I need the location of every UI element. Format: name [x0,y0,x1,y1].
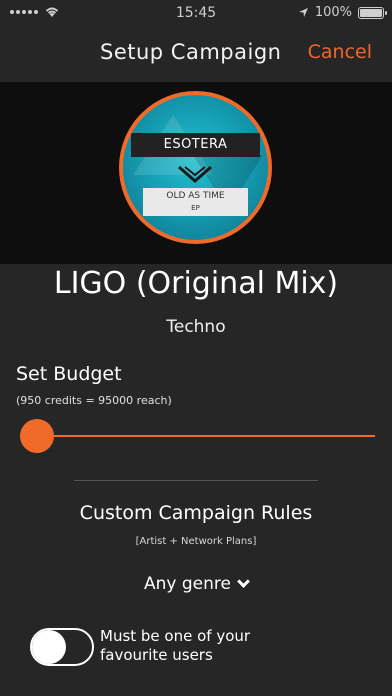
battery-percent: 100% [314,5,352,20]
budget-label: Set Budget [16,363,122,385]
toggle-knob [32,630,66,664]
status-right: 100% [298,5,387,20]
favourite-users-toggle[interactable] [30,628,94,666]
favourite-users-label: Must be one of your favourite users [100,627,300,665]
budget-subtitle: (950 credits = 95000 reach) [16,394,172,407]
battery-icon [358,6,387,19]
artwork-artist-text: ESOTERA [131,133,260,157]
track-genre: Techno [166,317,226,337]
album-artwork: ESOTERA OLD AS TIME EP [119,91,272,244]
genre-dropdown[interactable]: Any genre [0,574,392,594]
slider-track [20,435,375,437]
section-divider [74,480,318,481]
artwork-album-text: OLD AS TIME EP [143,188,248,216]
favourite-label-line1: Must be one of your [100,627,251,645]
album-suffix: EP [191,204,200,212]
location-arrow-icon [298,8,308,17]
page-title: Setup Campaign [100,40,282,64]
status-bar: 15:45 100% [0,0,392,26]
track-title: LIGO (Original Mix) [53,266,339,301]
rules-title: Custom Campaign Rules [79,502,313,524]
nav-bar: Setup Campaign Cancel [0,30,392,74]
favourite-label-line2: favourite users [100,646,213,664]
chevron-down-icon [237,575,250,588]
slider-thumb[interactable] [20,419,54,453]
label-logo-icon [178,165,212,183]
genre-dropdown-label: Any genre [144,574,231,594]
budget-slider[interactable] [20,418,375,454]
album-title: OLD AS TIME [166,191,225,201]
artwork-band: ESOTERA OLD AS TIME EP [0,82,392,264]
rules-subtitle: [Artist + Network Plans] [135,536,257,547]
cancel-button[interactable]: Cancel [308,41,372,63]
